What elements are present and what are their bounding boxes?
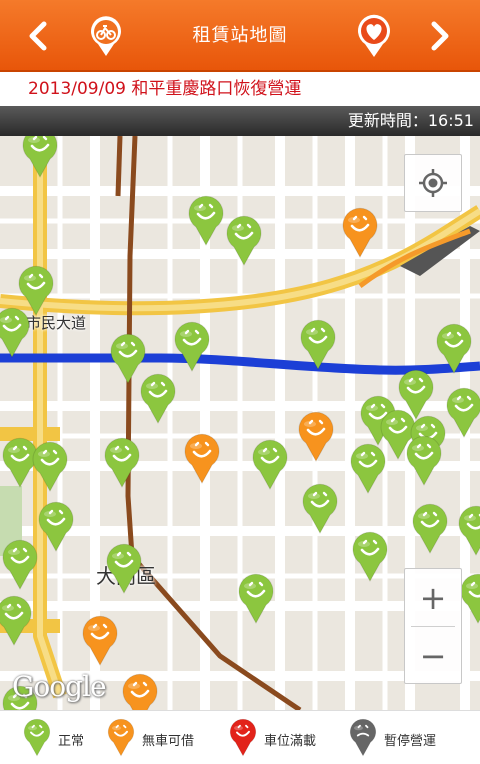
favorite-button[interactable] bbox=[352, 14, 396, 58]
station-pin-normal[interactable] bbox=[300, 482, 340, 535]
legend-item-no-bike: 無車可借 bbox=[106, 717, 194, 761]
legend-label: 無車可借 bbox=[142, 733, 195, 749]
status-legend: 正常 無車可借 車位滿載 暫停營運 bbox=[0, 710, 480, 764]
chevron-left-icon bbox=[29, 21, 47, 51]
zoom-out-label: − bbox=[419, 636, 447, 675]
station-pin-normal[interactable] bbox=[434, 322, 474, 375]
back-button[interactable] bbox=[16, 14, 60, 58]
legend-label: 正常 bbox=[58, 733, 85, 749]
station-pin-no-bike[interactable] bbox=[182, 432, 222, 485]
station-pin-normal[interactable] bbox=[250, 438, 290, 491]
suspended-station-icon bbox=[348, 717, 378, 761]
station-pin-no-bike[interactable] bbox=[296, 410, 336, 463]
station-pin-normal[interactable] bbox=[20, 136, 60, 179]
app-header: 租賃站地圖 bbox=[0, 0, 480, 72]
forward-button[interactable] bbox=[418, 14, 462, 58]
station-pin-normal[interactable] bbox=[404, 434, 444, 487]
legend-item-normal: 正常 bbox=[22, 717, 84, 761]
my-location-icon bbox=[419, 169, 447, 197]
station-pin-normal[interactable] bbox=[348, 442, 388, 495]
station-pin-normal[interactable] bbox=[0, 306, 32, 359]
page-title: 租賃站地圖 bbox=[192, 25, 288, 46]
no-bike-station-icon bbox=[106, 717, 136, 761]
bike-logo-icon bbox=[91, 16, 121, 56]
logo-button[interactable] bbox=[84, 14, 128, 58]
update-time: 更新時間：16:51 bbox=[0, 106, 480, 136]
station-pin-no-bike[interactable] bbox=[340, 206, 380, 259]
station-pin-normal[interactable] bbox=[0, 538, 40, 591]
news-ticker[interactable]: 2013/09/09 和平重慶路口恢復營運 bbox=[0, 72, 480, 106]
zoom-in-label: + bbox=[419, 578, 447, 617]
station-pin-normal[interactable] bbox=[104, 542, 144, 595]
zoom-control: + − bbox=[404, 568, 462, 684]
station-pin-normal[interactable] bbox=[30, 440, 70, 493]
station-pin-normal[interactable] bbox=[444, 386, 480, 439]
locate-button[interactable] bbox=[404, 154, 462, 212]
zoom-in-button[interactable]: + bbox=[405, 569, 461, 626]
station-map[interactable]: 市民大道 大同區 + − Google bbox=[0, 136, 480, 710]
legend-label: 暫停營運 bbox=[384, 733, 437, 749]
legend-item-full: 車位滿載 bbox=[228, 717, 316, 761]
station-pin-normal[interactable] bbox=[236, 572, 276, 625]
legend-label: 車位滿載 bbox=[264, 733, 317, 749]
station-pin-normal[interactable] bbox=[350, 530, 390, 583]
station-pin-normal[interactable] bbox=[186, 194, 226, 247]
chevron-right-icon bbox=[431, 21, 449, 51]
station-pin-normal[interactable] bbox=[36, 500, 76, 553]
google-attribution: Google bbox=[12, 670, 107, 703]
station-pin-normal[interactable] bbox=[102, 436, 142, 489]
station-pin-normal[interactable] bbox=[138, 372, 178, 425]
normal-station-icon bbox=[22, 717, 52, 761]
station-pin-no-bike[interactable] bbox=[120, 672, 160, 710]
heart-icon bbox=[358, 14, 390, 57]
station-pin-normal[interactable] bbox=[0, 594, 34, 647]
station-pin-normal[interactable] bbox=[224, 214, 264, 267]
station-pin-normal[interactable] bbox=[456, 504, 480, 557]
full-station-icon bbox=[228, 717, 258, 761]
zoom-out-button[interactable]: − bbox=[405, 627, 461, 684]
station-pin-normal[interactable] bbox=[172, 320, 212, 373]
station-pin-normal[interactable] bbox=[410, 502, 450, 555]
station-pin-no-bike[interactable] bbox=[80, 614, 120, 667]
station-pin-normal[interactable] bbox=[298, 318, 338, 371]
legend-item-suspended: 暫停營運 bbox=[348, 717, 436, 761]
